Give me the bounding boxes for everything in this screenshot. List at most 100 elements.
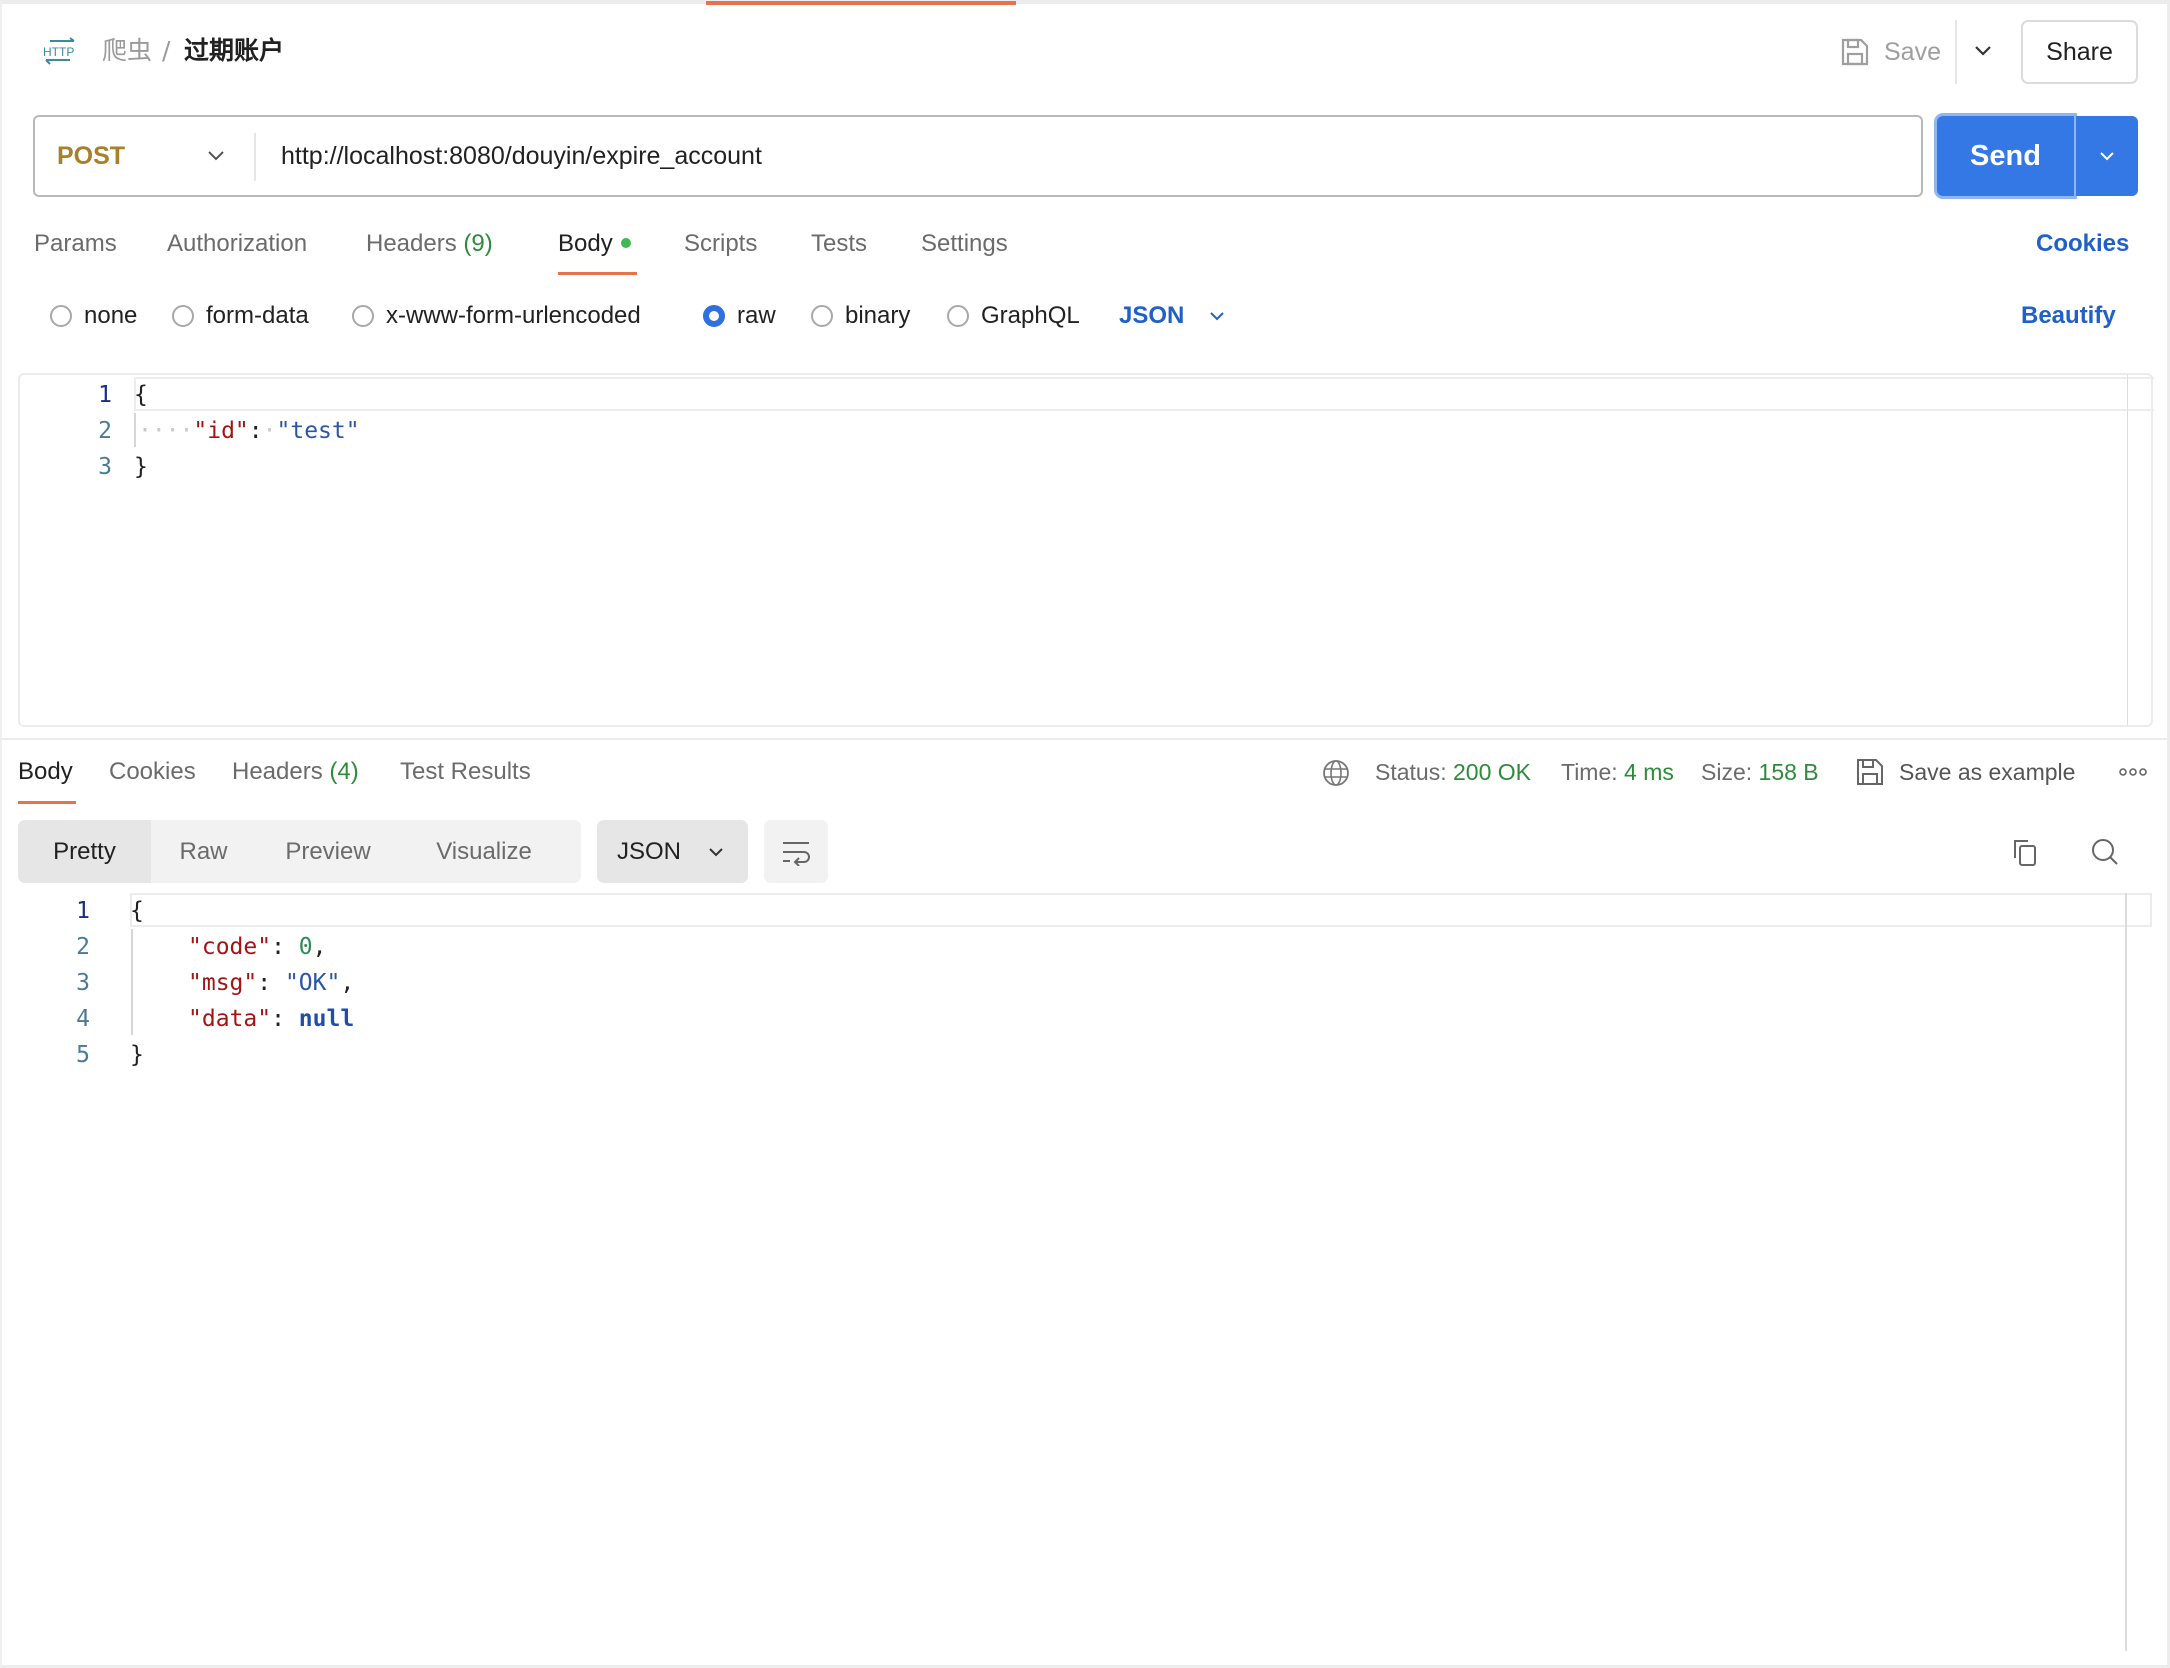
radio-circle[interactable] — [172, 305, 194, 327]
save-divider — [1955, 20, 1957, 84]
active-request-tab-indicator — [706, 1, 1016, 5]
response-body-viewer[interactable]: 1 2 3 4 5 { "code": 0, "msg": "OK", "dat… — [18, 893, 2125, 1651]
radio-circle[interactable] — [50, 305, 72, 327]
chevron-down-icon — [1210, 312, 1225, 321]
beautify-button[interactable]: Beautify — [2021, 298, 2116, 334]
radio-circle[interactable] — [947, 305, 969, 327]
status-label: Status: — [1375, 759, 1447, 785]
method-chevron-icon[interactable] — [201, 141, 231, 171]
word-wrap-button[interactable] — [764, 820, 828, 883]
size-label: Size: — [1701, 759, 1753, 785]
radio-label: binary — [845, 302, 911, 329]
tab-tests[interactable]: Tests — [811, 226, 867, 262]
body-modified-dot-icon — [620, 237, 631, 248]
line-number: 5 — [76, 1042, 90, 1068]
save-as-example-label: Save as example — [1899, 759, 2076, 785]
view-pretty[interactable]: Pretty — [18, 820, 151, 883]
size-indicator[interactable]: Size: 158 B — [1701, 754, 1819, 790]
search-icon — [2092, 839, 2118, 865]
url-input[interactable]: http://localhost:8080/douyin/expire_acco… — [281, 117, 1881, 195]
http-icon: HTTP — [43, 37, 75, 65]
json-string-value: "test" — [276, 418, 360, 444]
view-preview[interactable]: Preview — [256, 820, 400, 883]
save-as-example-button[interactable]: Save as example — [1855, 754, 2075, 790]
search-button[interactable] — [2083, 830, 2127, 874]
radio-graphql[interactable]: GraphQL — [947, 298, 1080, 334]
response-tab-body[interactable]: Body — [18, 754, 73, 790]
status-indicator[interactable]: Status: 200 OK — [1375, 754, 1531, 790]
code-line: "code": 0, — [188, 929, 327, 965]
response-tab-test-results[interactable]: Test Results — [400, 754, 531, 790]
response-tab-cookies[interactable]: Cookies — [109, 754, 196, 790]
json-number-value: 0 — [298, 934, 313, 960]
radio-label: none — [84, 302, 138, 329]
json-key: "data" — [188, 1006, 272, 1032]
send-options-button[interactable] — [2076, 116, 2138, 196]
tab-headers-count: (9) — [463, 230, 493, 257]
time-indicator[interactable]: Time: 4 ms — [1561, 754, 1674, 790]
breadcrumb-parent[interactable]: 爬虫 — [102, 34, 152, 68]
request-response-divider[interactable] — [2, 738, 2167, 740]
radio-binary[interactable]: binary — [811, 298, 910, 334]
chevron-down-icon — [2100, 152, 2114, 161]
editor-scrollbar[interactable] — [2127, 375, 2128, 725]
copy-button[interactable] — [2003, 830, 2047, 874]
save-icon — [1841, 38, 1869, 66]
tab-headers[interactable]: Headers (9) — [366, 226, 493, 262]
radio-none[interactable]: none — [50, 298, 137, 334]
radio-label: raw — [737, 302, 776, 329]
status-value: 200 OK — [1453, 759, 1531, 785]
json-key: "code" — [188, 934, 272, 960]
method-select[interactable]: POST — [57, 117, 125, 195]
share-button[interactable]: Share — [2021, 20, 2138, 84]
tab-settings[interactable]: Settings — [921, 226, 1008, 262]
save-options-chevron-icon[interactable] — [1968, 36, 1998, 66]
tab-scripts[interactable]: Scripts — [684, 226, 757, 262]
cookies-link[interactable]: Cookies — [2036, 226, 2129, 262]
request-url-bar: POST http://localhost:8080/douyin/expire… — [33, 115, 1923, 197]
json-colon: : — [257, 970, 285, 996]
json-comma: , — [340, 970, 355, 996]
more-icon[interactable] — [2119, 766, 2147, 778]
response-format-label: JSON — [617, 837, 682, 865]
save-button[interactable]: Save — [1840, 30, 1941, 74]
tab-headers-label: Headers — [366, 230, 457, 257]
tab-body-underline — [558, 272, 637, 275]
request-body-editor[interactable]: 1 2 3 { ····"id":·"test" } — [18, 373, 2154, 727]
json-colon: : — [248, 418, 263, 444]
body-format-select[interactable]: JSON — [1119, 298, 1228, 334]
response-tab-headers[interactable]: Headers (4) — [232, 754, 359, 790]
tab-params[interactable]: Params — [34, 226, 117, 262]
radio-label: x-www-form-urlencoded — [386, 302, 641, 329]
line-number: 1 — [76, 898, 90, 924]
globe-icon[interactable] — [1322, 759, 1350, 787]
line-number: 1 — [98, 382, 112, 408]
tab-body-label: Body — [558, 230, 613, 257]
size-value: 158 B — [1758, 759, 1819, 785]
line-number: 2 — [98, 418, 112, 444]
indent-guide — [131, 929, 133, 1035]
tab-body[interactable]: Body — [558, 226, 631, 262]
json-null-value: null — [298, 1006, 355, 1032]
radio-circle[interactable] — [352, 305, 374, 327]
radio-x-www-form-urlencoded[interactable]: x-www-form-urlencoded — [352, 298, 641, 334]
view-raw[interactable]: Raw — [151, 820, 256, 883]
json-colon: : — [271, 1006, 299, 1032]
tab-authorization[interactable]: Authorization — [167, 226, 307, 262]
radio-raw[interactable]: raw — [703, 298, 776, 334]
radio-circle[interactable] — [811, 305, 833, 327]
response-scrollbar[interactable] — [2125, 893, 2127, 1651]
radio-form-data[interactable]: form-data — [172, 298, 309, 334]
breadcrumb-current[interactable]: 过期账户 — [184, 34, 284, 68]
line-number: 3 — [76, 970, 90, 996]
radio-circle-checked[interactable] — [703, 305, 725, 327]
view-visualize[interactable]: Visualize — [400, 820, 568, 883]
code-brace-close: } — [130, 1042, 144, 1068]
url-divider — [254, 133, 256, 181]
response-format-select[interactable]: JSON — [597, 820, 748, 883]
code-brace-open: { — [134, 382, 148, 408]
send-button[interactable]: Send — [1937, 116, 2074, 196]
save-icon — [1857, 759, 1883, 785]
whitespace-marker: ···· — [138, 418, 194, 444]
svg-text:HTTP: HTTP — [43, 45, 74, 59]
